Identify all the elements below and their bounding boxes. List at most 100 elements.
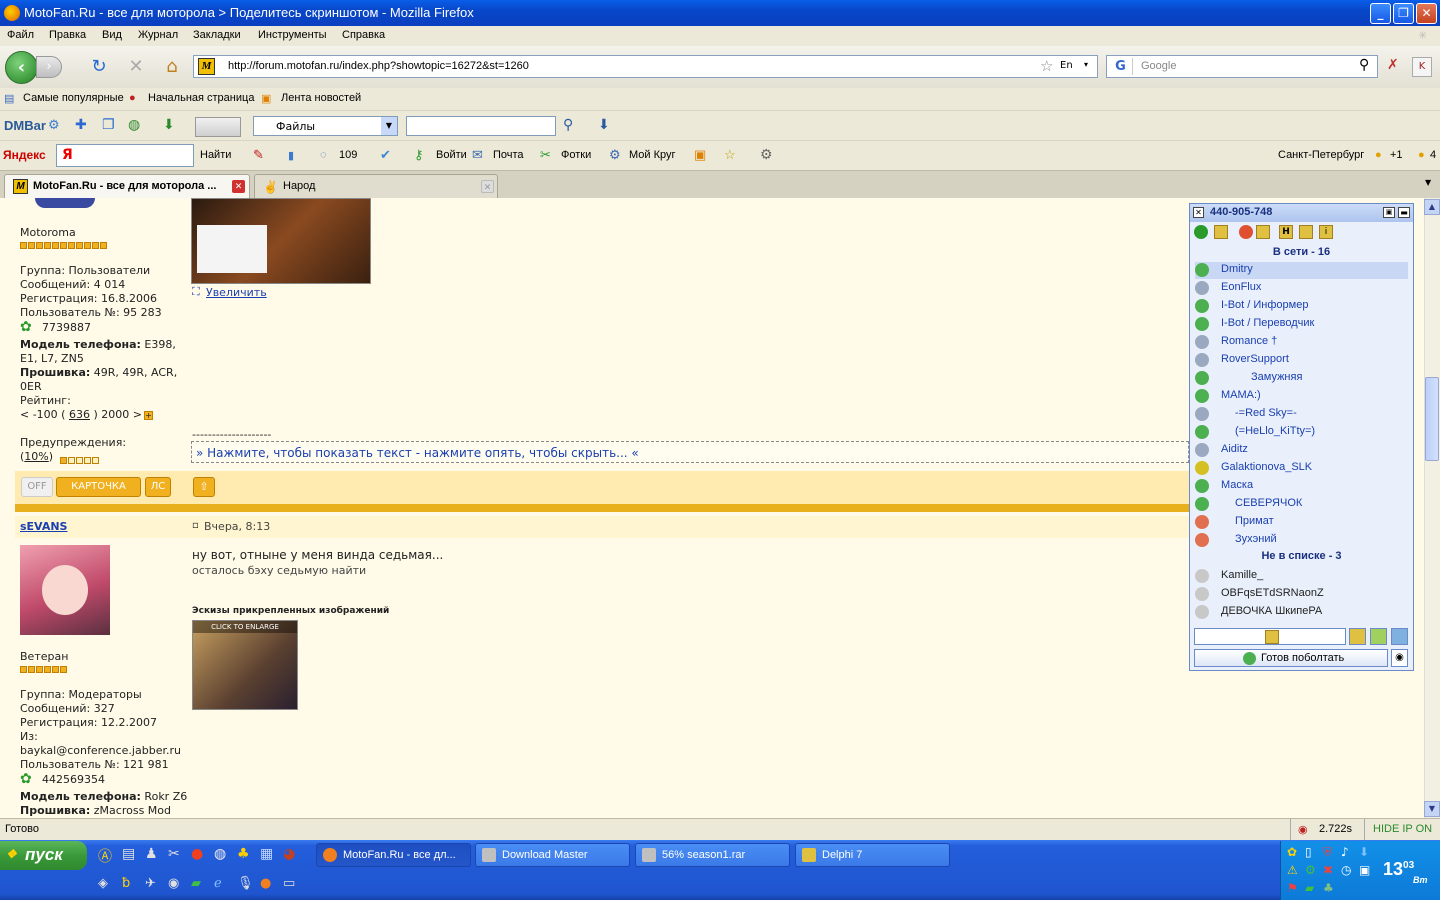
quicklaunch-icon[interactable]: ◈ bbox=[98, 876, 108, 891]
quicklaunch-icon[interactable]: ● bbox=[191, 846, 203, 862]
search-icon[interactable]: ⚲ bbox=[1359, 57, 1369, 73]
quicklaunch-icon[interactable]: ◕ bbox=[283, 846, 295, 862]
quicklaunch-icon[interactable]: ◉ bbox=[168, 876, 179, 891]
tray-antivirus-icon[interactable]: ✖ bbox=[1323, 863, 1333, 877]
icq-history-icon[interactable]: H bbox=[1279, 225, 1293, 239]
yandex-pen-icon[interactable]: ✎ bbox=[253, 147, 264, 163]
back-button[interactable]: ‹ bbox=[5, 51, 38, 84]
quicklaunch-icon[interactable]: ▤ bbox=[122, 846, 135, 862]
tab-narod[interactable]: ✌ Народ ✕ bbox=[254, 174, 498, 198]
warnings-value[interactable]: 10% bbox=[24, 450, 48, 463]
menu-edit[interactable]: Правка bbox=[49, 29, 86, 41]
tray-app-icon[interactable]: ♣ bbox=[1323, 881, 1334, 895]
close-button[interactable]: ✕ bbox=[1416, 3, 1437, 24]
spoiler-toggle-link[interactable]: » Нажмите, чтобы показать текст - нажмит… bbox=[196, 446, 639, 460]
forward-button[interactable]: › bbox=[36, 56, 62, 78]
dmbar-globe-icon[interactable]: ◍ bbox=[128, 117, 140, 133]
bookmark-start-page[interactable]: Начальная страница bbox=[148, 92, 254, 104]
stop-icon[interactable]: ✕ bbox=[125, 56, 147, 78]
tab-close-icon[interactable]: ✕ bbox=[232, 180, 245, 193]
quicklaunch-icon[interactable]: ◍ bbox=[214, 846, 226, 862]
tab-motofan[interactable]: M MotoFan.Ru - все для моторола ... ✕ bbox=[4, 174, 250, 198]
user-icq[interactable]: 442569354 bbox=[42, 773, 105, 786]
dmbar-category-select[interactable]: Файлы ▼ bbox=[253, 116, 398, 136]
tray-phone-icon[interactable]: ▯ bbox=[1305, 845, 1312, 859]
icq-contact[interactable]: MAMA:) bbox=[1195, 388, 1408, 405]
tray-network-icon[interactable]: ⚙ bbox=[1305, 863, 1316, 877]
scrollbar-thumb[interactable] bbox=[1425, 377, 1439, 461]
tray-volume-icon[interactable]: ♪ bbox=[1341, 845, 1349, 859]
bookmark-popular[interactable]: Самые популярные bbox=[23, 92, 124, 104]
ie-icon[interactable]: ℯ bbox=[214, 876, 222, 891]
icq-restore-icon[interactable]: ▣ bbox=[1383, 207, 1395, 218]
taskbar-button-download[interactable]: 56% season1.rar bbox=[635, 843, 790, 867]
url-bar[interactable]: M http://forum.motofan.ru/index.php?show… bbox=[193, 55, 1098, 78]
traffic-level[interactable]: 4 bbox=[1430, 149, 1436, 161]
addon-icon[interactable]: ✗ bbox=[1387, 57, 1399, 73]
menu-help[interactable]: Справка bbox=[342, 29, 385, 41]
icq-contact[interactable]: ДЕВОЧКА ШкипеРА bbox=[1195, 604, 1408, 621]
firefox-icon[interactable]: ● bbox=[260, 876, 271, 891]
yandex-search-input[interactable]: Я bbox=[56, 144, 194, 167]
icq-contact[interactable]: EonFlux bbox=[1195, 280, 1408, 297]
dmbar-save-icon[interactable]: ⬇ bbox=[598, 117, 610, 133]
icq-eye-icon[interactable]: ◉ bbox=[1391, 649, 1408, 667]
icq-contact[interactable]: RoverSupport bbox=[1195, 352, 1408, 369]
tray-monitor-icon[interactable]: ▣ bbox=[1359, 863, 1370, 877]
tray-warning-icon[interactable]: ⚠ bbox=[1287, 863, 1298, 877]
icq-titlebar[interactable]: ✕ 440-905-748 ▣ ▬ bbox=[1190, 204, 1413, 222]
icq-settings-button[interactable] bbox=[1391, 628, 1408, 645]
language-badge[interactable]: En bbox=[1060, 60, 1073, 71]
icq-tool-icon[interactable] bbox=[1256, 225, 1270, 239]
icq-minimize-icon[interactable]: ▬ bbox=[1398, 207, 1410, 218]
scroll-down-button[interactable]: ▼ bbox=[1424, 801, 1440, 817]
icq-online-group[interactable]: В сети - 16 bbox=[1195, 246, 1408, 258]
dmbar-download-icon[interactable]: ⬇ bbox=[163, 117, 175, 133]
post-screenshot-thumbnail[interactable] bbox=[191, 198, 371, 284]
google-icon[interactable]: G bbox=[1109, 58, 1133, 75]
yandex-search-button[interactable]: Найти bbox=[200, 149, 231, 161]
dmbar-search-input[interactable] bbox=[406, 116, 556, 136]
maximize-button[interactable]: ❐ bbox=[1393, 3, 1414, 24]
bookmark-news-feed[interactable]: Лента новостей bbox=[281, 92, 361, 104]
quicklaunch-icon[interactable]: ♣ bbox=[237, 846, 250, 862]
dmbar-dropdown-icon[interactable]: ▼ bbox=[381, 117, 397, 135]
url-dropdown-icon[interactable]: ▾ bbox=[1084, 60, 1088, 69]
quicklaunch-icon[interactable]: 🎙 bbox=[237, 876, 254, 891]
icq-add-button[interactable] bbox=[1370, 628, 1387, 645]
kaspersky-icon[interactable]: K bbox=[1412, 57, 1432, 77]
icq-close-icon[interactable]: ✕ bbox=[1193, 207, 1204, 218]
quicklaunch-icon[interactable]: ▦ bbox=[260, 846, 273, 862]
show-desktop-icon[interactable]: ▭ bbox=[283, 876, 295, 891]
tray-clock-icon[interactable]: ◷ bbox=[1341, 863, 1351, 877]
dmbar-settings-icon[interactable]: ⚙ bbox=[48, 118, 60, 133]
post-author[interactable]: sEVANS bbox=[20, 520, 67, 533]
yandex-count[interactable]: 109 bbox=[339, 149, 357, 161]
menu-bookmarks[interactable]: Закладки bbox=[193, 29, 241, 41]
dmbar-speed-slider[interactable] bbox=[195, 117, 241, 137]
yandex-check-icon[interactable]: ✔ bbox=[380, 147, 391, 163]
icq-main-menu-button[interactable] bbox=[1194, 628, 1346, 645]
icq-contact[interactable]: Romance † bbox=[1195, 334, 1408, 351]
yandex-gear-icon[interactable]: ⚙ bbox=[760, 146, 773, 163]
rating-plus-icon[interactable]: + bbox=[143, 411, 153, 420]
dmbar-add-icon[interactable]: ✚ bbox=[75, 117, 87, 133]
quicklaunch-icon[interactable]: Ⓐ bbox=[98, 846, 112, 866]
icq-contact[interactable]: Dmitry bbox=[1195, 262, 1408, 279]
enlarge-link[interactable]: Увеличить bbox=[206, 286, 267, 299]
icq-contact[interactable]: OBFqsETdSRNaonZ bbox=[1195, 586, 1408, 603]
icq-contact[interactable]: Замужняя bbox=[1195, 370, 1408, 387]
icq-contact[interactable]: СЕВЕРЯЧОК bbox=[1195, 496, 1408, 513]
quicklaunch-icon[interactable]: ▰ bbox=[191, 876, 201, 891]
icq-info-icon[interactable]: i bbox=[1319, 225, 1333, 239]
private-message-button[interactable]: ЛС bbox=[145, 477, 171, 497]
icq-status-icon[interactable] bbox=[1194, 225, 1208, 239]
tray-app-icon[interactable]: ▰ bbox=[1305, 881, 1314, 895]
yandex-photos[interactable]: Фотки bbox=[561, 149, 591, 161]
start-button[interactable]: ❖ пуск bbox=[0, 841, 87, 870]
dmbar-copy-icon[interactable]: ❐ bbox=[102, 117, 115, 133]
icq-status-button[interactable]: Готов поболтать bbox=[1194, 649, 1388, 667]
rating-value[interactable]: 636 bbox=[69, 408, 90, 421]
icq-tool-icon[interactable] bbox=[1299, 225, 1313, 239]
minimize-button[interactable]: _ bbox=[1370, 3, 1391, 24]
